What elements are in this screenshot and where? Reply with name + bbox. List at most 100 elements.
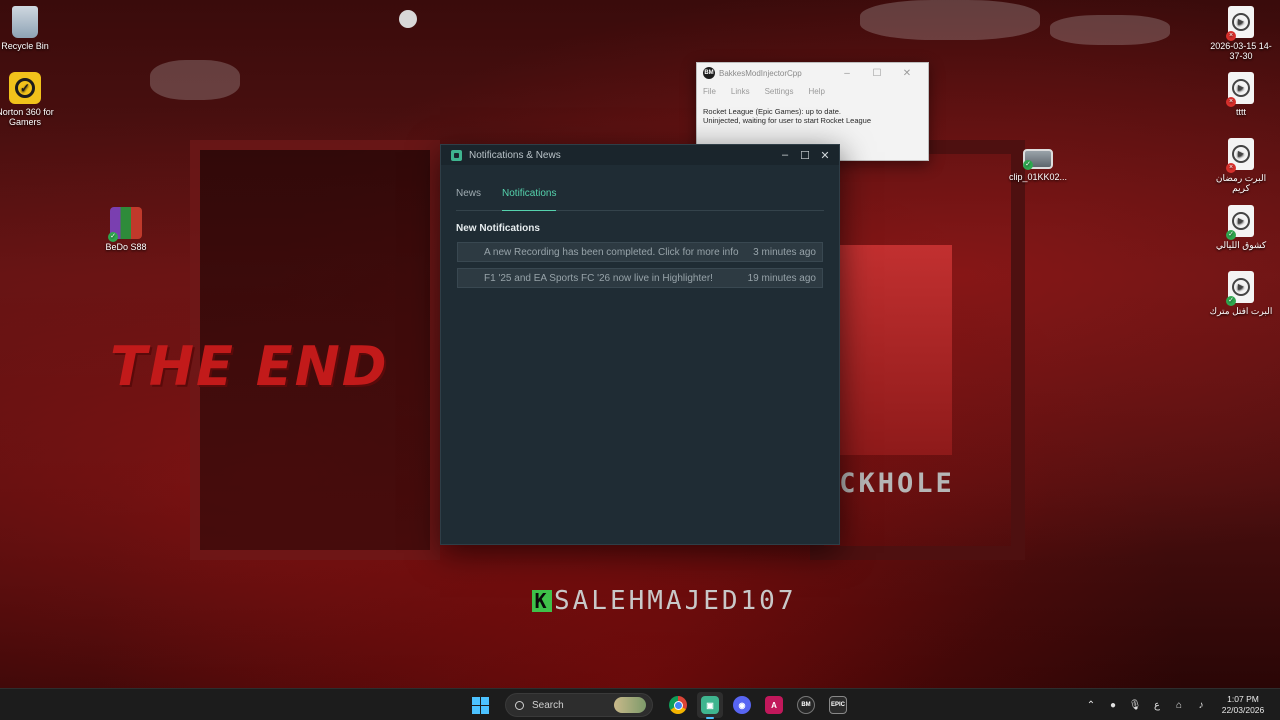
menu-item-settings[interactable]: Settings [765, 87, 794, 96]
sync-ok-badge-icon: ✓ [1226, 296, 1236, 306]
close-icon[interactable]: ✕ [815, 145, 835, 165]
close-icon[interactable]: ✕ [892, 68, 922, 79]
volume-icon[interactable]: ♪ [1190, 700, 1212, 711]
affinity-icon: A [765, 696, 783, 714]
video-file-icon: ▶ × [1226, 6, 1254, 41]
bakkesmod-titlebar[interactable]: BM BakkesModInjectorCpp – ☐ ✕ [697, 63, 928, 83]
taskbar: Search ▣ ◉ A BM EPIC ⌃ ● 🎙 ع ⌂ ♪ 1:07 PM… [0, 688, 1280, 720]
desktop-icon-video[interactable]: ▶ ✓ كشوق الليالي [1206, 205, 1276, 250]
search-label: Search [532, 699, 564, 711]
system-tray: ⌃ ● 🎙 ع ⌂ ♪ 1:07 PM 22/03/2026 [1080, 689, 1280, 720]
notification-item[interactable]: A new Recording has been completed. Clic… [457, 242, 823, 262]
desktop-icon-label: البرت رمضان كريم [1215, 173, 1267, 193]
notification-message: F1 '25 and EA Sports FC '26 now live in … [484, 272, 713, 284]
desktop-icon-video[interactable]: ▶ ✓ البرت افتل مترك [1206, 271, 1276, 316]
menu-item-help[interactable]: Help [808, 87, 824, 96]
notification-time: 19 minutes ago [747, 272, 816, 284]
winrar-archive-icon: ✓ [108, 207, 142, 242]
sync-ok-badge-icon: ✓ [108, 232, 118, 242]
chrome-icon [669, 696, 687, 714]
search-icon [515, 700, 524, 710]
taskbar-app-affinity[interactable]: A [761, 692, 787, 718]
wallpaper-cloud [1050, 15, 1170, 45]
wallpaper-cloud [860, 0, 1040, 40]
chevron-up-icon[interactable]: ⌃ [1080, 700, 1102, 711]
bakkesmod-status: Rocket League (Epic Games): up to date. … [697, 99, 928, 133]
wallpaper-door-right [840, 245, 952, 455]
video-file-icon: ▶ × [1226, 72, 1254, 107]
notification-item[interactable]: F1 '25 and EA Sports FC '26 now live in … [457, 268, 823, 288]
notification-time: 3 minutes ago [753, 246, 816, 258]
maximize-icon[interactable]: ☐ [795, 145, 815, 165]
notification-list: A new Recording has been completed. Clic… [457, 242, 823, 288]
tray-app-icon[interactable]: ● [1102, 700, 1124, 711]
notifications-titlebar[interactable]: Notifications & News – ☐ ✕ [441, 145, 839, 165]
taskbar-app-epic[interactable]: EPIC [825, 692, 851, 718]
windows-logo-icon [471, 696, 489, 714]
bakkesmod-icon: BM [797, 696, 815, 714]
tab-notifications[interactable]: Notifications [502, 182, 557, 211]
taskbar-app-highlighter[interactable]: ▣ [697, 692, 723, 719]
highlighter-app-icon: ▣ [701, 696, 719, 714]
sync-error-badge-icon: × [1226, 163, 1236, 173]
brand-text: SALEHMAJED107 [554, 586, 797, 616]
desktop-icon-bedo[interactable]: ✓ BeDo S88 [91, 207, 161, 252]
wallpaper-side-text: ACKHOLE [820, 468, 955, 499]
sync-error-badge-icon: × [1226, 31, 1236, 41]
highlighter-app-icon [451, 149, 462, 161]
brand-logo-icon: K [532, 590, 552, 612]
desktop-icon-label: BeDo S88 [105, 242, 147, 252]
start-button[interactable] [467, 692, 493, 718]
taskbar-app-bakkesmod[interactable]: BM [793, 692, 819, 718]
discord-icon: ◉ [733, 696, 751, 714]
wallpaper-title-text: THE END [110, 335, 389, 398]
sync-ok-badge-icon: ✓ [1226, 230, 1236, 240]
wallpaper-moon [399, 10, 417, 28]
image-file-icon: ✓ [1023, 149, 1053, 170]
wallpaper-brand: K SALEHMAJED107 [532, 586, 797, 616]
video-file-icon: ▶ × [1226, 138, 1254, 173]
video-file-icon: ▶ ✓ [1226, 271, 1254, 306]
desktop-icon-video[interactable]: ▶ × 2026-03-15 14-37-30 [1206, 6, 1276, 61]
minimize-icon[interactable]: – [832, 68, 862, 79]
menu-item-file[interactable]: File [703, 87, 716, 96]
desktop-icon-label: Norton 360 for Gamers [0, 107, 54, 127]
wallpaper-cloud [150, 60, 240, 100]
recycle-bin-icon [12, 6, 38, 38]
desktop-icon-video[interactable]: ▶ × tttt [1206, 72, 1276, 117]
desktop-icon-video[interactable]: ▶ × البرت رمضان كريم [1206, 138, 1276, 193]
maximize-icon[interactable]: ☐ [862, 68, 892, 79]
taskbar-app-discord[interactable]: ◉ [729, 692, 755, 718]
microphone-icon[interactable]: 🎙 [1124, 700, 1146, 711]
notifications-window[interactable]: Notifications & News – ☐ ✕ News Notifica… [440, 144, 840, 545]
taskbar-search[interactable]: Search [505, 693, 653, 717]
desktop-icon-norton[interactable]: ✓ Norton 360 for Gamers [0, 72, 60, 127]
sync-ok-badge-icon: ✓ [1023, 160, 1033, 170]
minimize-icon[interactable]: – [775, 145, 795, 165]
desktop-icon-label: 2026-03-15 14-37-30 [1210, 41, 1272, 61]
desktop-icon-clip[interactable]: ✓ clip_01KK02... [1003, 149, 1073, 182]
language-indicator[interactable]: ع [1146, 700, 1168, 711]
desktop-icon-label: tttt [1235, 107, 1246, 117]
clock-time: 1:07 PM [1227, 694, 1259, 704]
search-highlight-image [614, 697, 646, 713]
clock-date: 22/03/2026 [1221, 705, 1265, 715]
epic-games-icon: EPIC [829, 696, 847, 714]
taskbar-app-chrome[interactable] [665, 692, 691, 718]
desktop-icon-label: كشوق الليالي [1215, 240, 1267, 250]
bakkesmod-menubar: File Links Settings Help [697, 83, 928, 99]
bakkesmod-title: BakkesModInjectorCpp [719, 68, 802, 78]
network-icon[interactable]: ⌂ [1168, 700, 1190, 711]
norton-icon: ✓ [9, 72, 41, 104]
sync-error-badge-icon: × [1226, 97, 1236, 107]
video-file-icon: ▶ ✓ [1226, 205, 1254, 240]
status-line: Uninjected, waiting for user to start Ro… [703, 116, 872, 125]
desktop-icon-recycle-bin[interactable]: Recycle Bin [0, 6, 60, 51]
window-title: Notifications & News [469, 149, 561, 161]
taskbar-clock[interactable]: 1:07 PM 22/03/2026 [1212, 694, 1274, 716]
taskbar-apps: Search ▣ ◉ A BM EPIC [467, 692, 851, 719]
desktop-icon-label: clip_01KK02... [1008, 172, 1068, 182]
section-heading: New Notifications [456, 223, 540, 234]
menu-item-links[interactable]: Links [731, 87, 750, 96]
tab-news[interactable]: News [456, 182, 481, 211]
